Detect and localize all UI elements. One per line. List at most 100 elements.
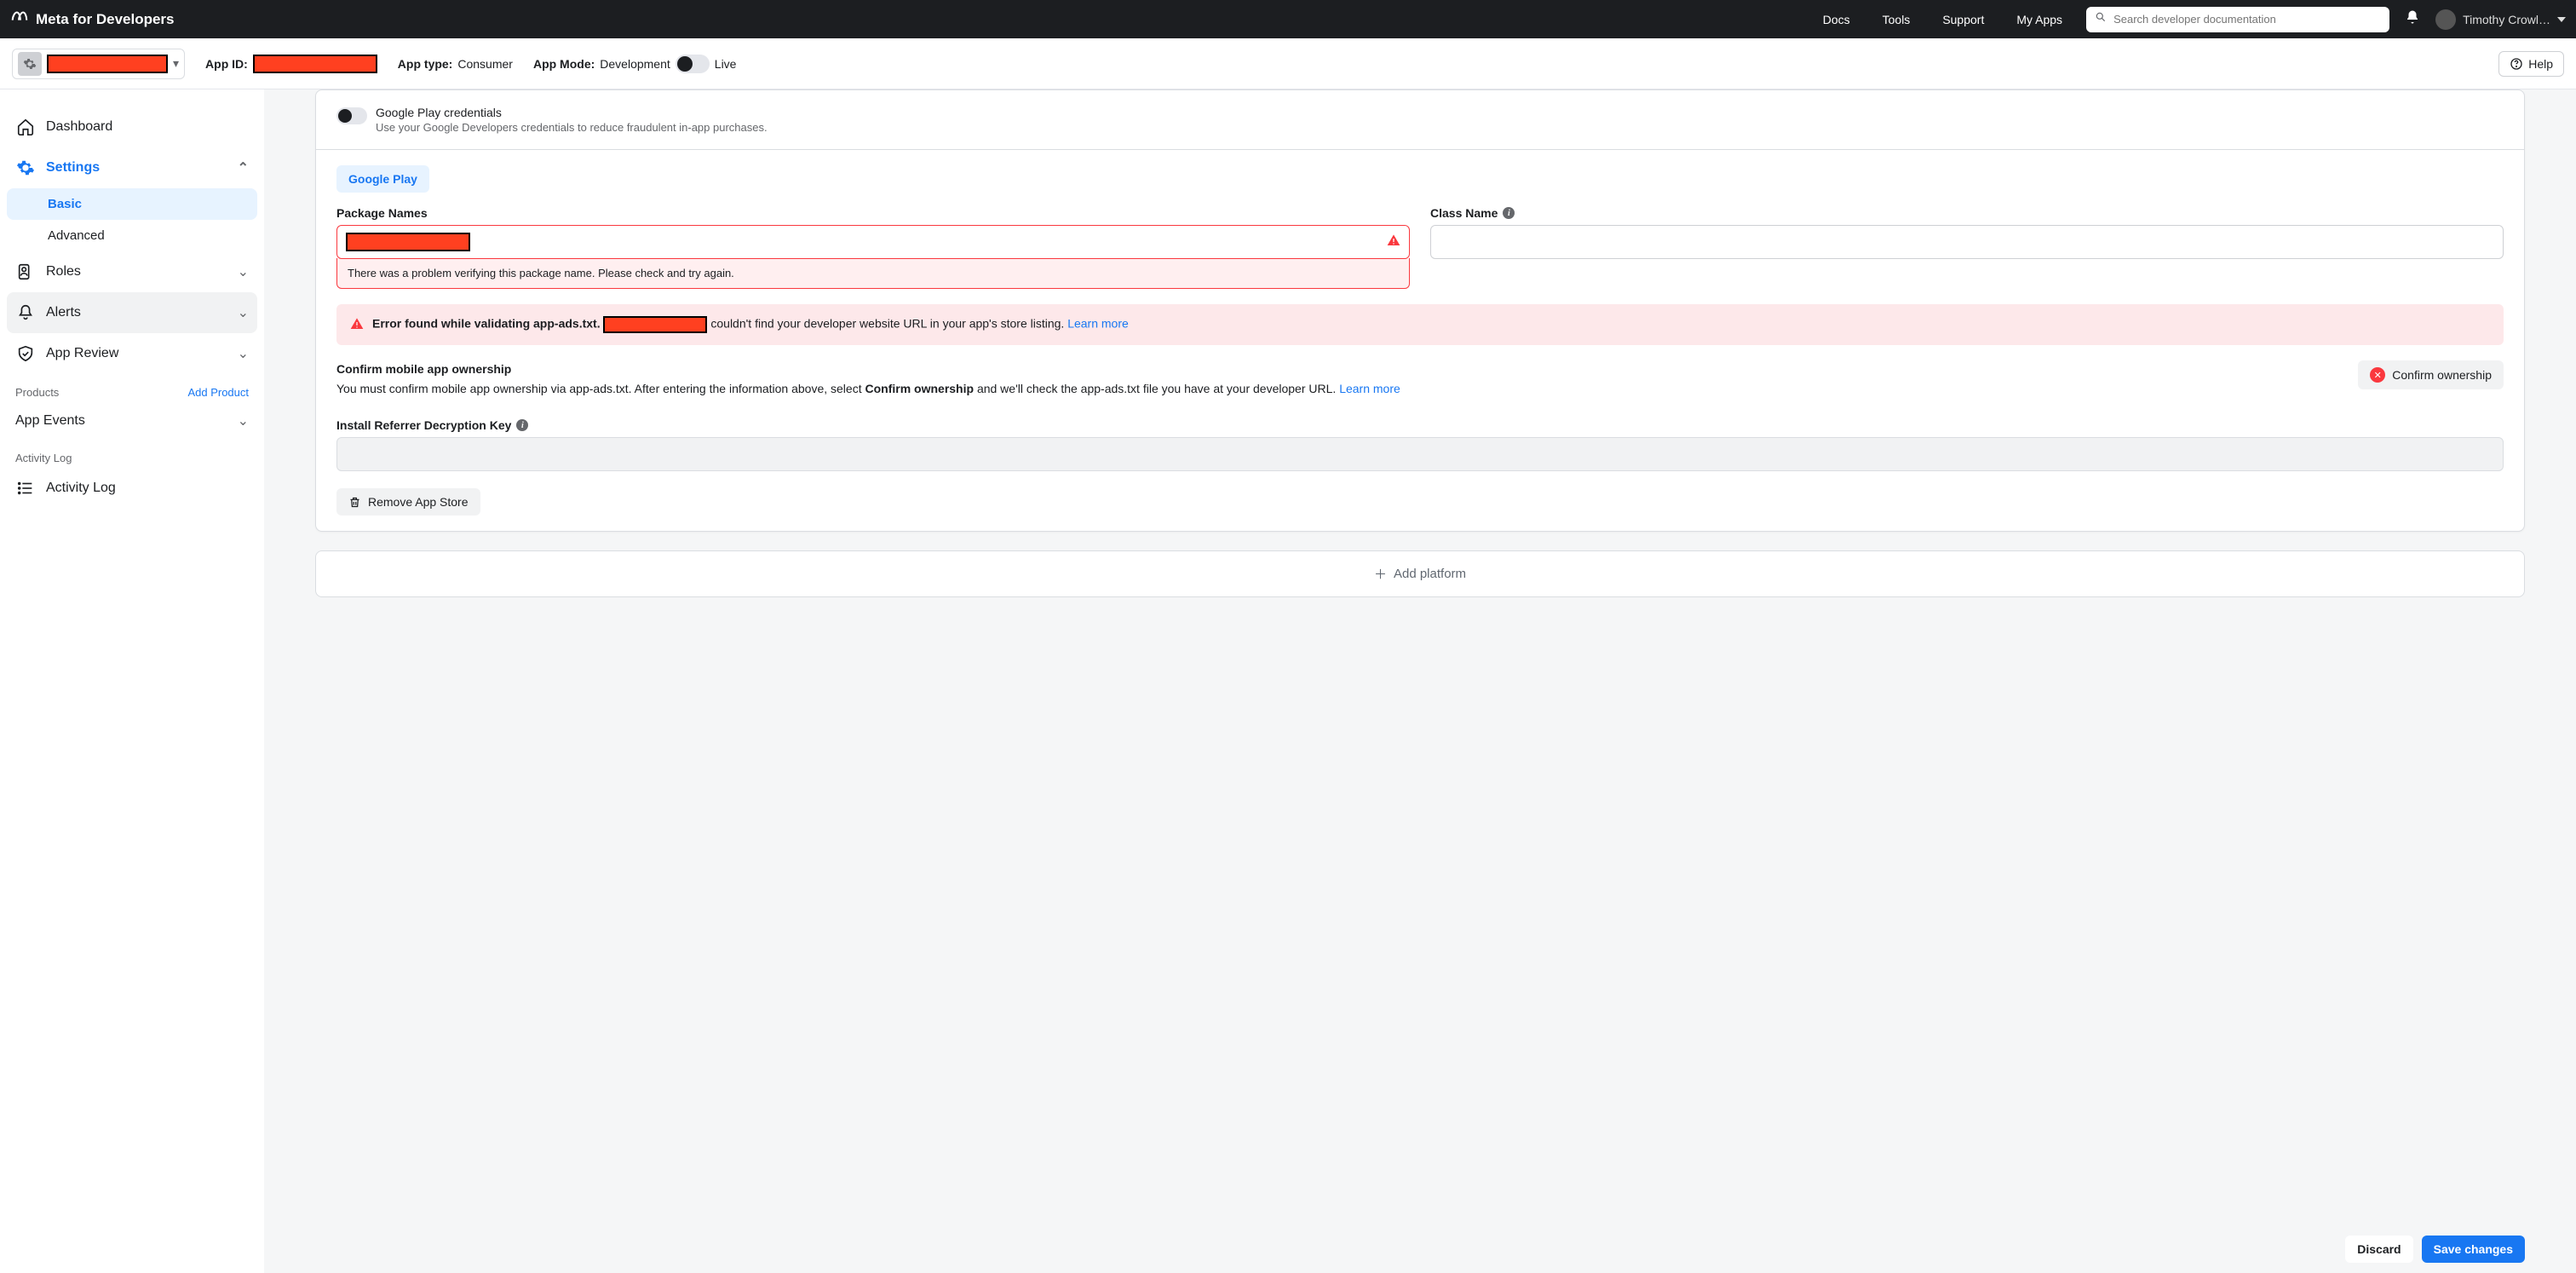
button-label: Remove App Store	[368, 495, 469, 509]
package-names-label: Package Names	[336, 206, 1410, 220]
confirm-body-strong: Confirm ownership	[865, 382, 974, 395]
gplay-credentials-desc: Use your Google Developers credentials t…	[376, 121, 768, 134]
gplay-credentials-toggle[interactable]	[336, 107, 367, 124]
brand-text: Meta for Developers	[36, 11, 175, 28]
heading-label: Products	[15, 386, 59, 399]
sidebar-item-dashboard[interactable]: Dashboard	[7, 107, 257, 147]
header-right: Timothy Crowl…	[2405, 9, 2566, 30]
app-selector[interactable]: ▾	[12, 49, 185, 79]
sidebar-item-label: Dashboard	[46, 119, 112, 135]
discard-button[interactable]: Discard	[2345, 1236, 2412, 1263]
sidebar-item-label: App Events	[15, 413, 85, 429]
warning-icon	[350, 317, 364, 333]
gear-icon	[18, 52, 42, 76]
gear-icon	[15, 158, 36, 178]
sidebar: Dashboard Settings ⌃ Basic Advanced Role…	[0, 89, 264, 1273]
sidebar-item-label: Activity Log	[46, 481, 116, 496]
banner-prefix: Error found while validating app-ads.txt…	[372, 317, 601, 331]
search-input[interactable]	[2113, 13, 2381, 26]
banner-redacted	[603, 316, 707, 333]
remove-app-store-button[interactable]: Remove App Store	[336, 488, 480, 516]
sidebar-item-label: App Review	[46, 346, 118, 361]
package-names-input[interactable]	[336, 225, 1410, 259]
class-name-input[interactable]	[1430, 225, 2504, 259]
products-heading: Products Add Product	[7, 374, 257, 402]
add-platform-button[interactable]: ＋ Add platform	[315, 550, 2525, 597]
roles-icon	[15, 262, 36, 282]
nav-tools[interactable]: Tools	[1883, 13, 1911, 26]
add-product-link[interactable]: Add Product	[187, 386, 249, 399]
banner-suffix: couldn't find your developer website URL…	[710, 317, 1067, 331]
avatar	[2435, 9, 2456, 30]
app-type-value: Consumer	[457, 57, 513, 71]
save-button[interactable]: Save changes	[2422, 1236, 2525, 1263]
sidebar-item-activity-log[interactable]: Activity Log	[7, 468, 257, 509]
help-icon	[2510, 57, 2523, 71]
warning-icon	[1387, 233, 1400, 251]
top-header: Meta for Developers Docs Tools Support M…	[0, 0, 2576, 38]
sidebar-item-label: Advanced	[48, 228, 105, 243]
info-icon[interactable]: i	[516, 419, 528, 431]
confirm-heading: Confirm mobile app ownership	[336, 360, 2344, 378]
label-text: Install Referrer Decryption Key	[336, 418, 511, 432]
primary-nav: Docs Tools Support My Apps	[1823, 13, 2062, 26]
sidebar-sub-advanced[interactable]: Advanced	[7, 220, 257, 251]
chevron-down-icon: ⌄	[238, 263, 249, 280]
sidebar-item-label: Alerts	[46, 305, 81, 320]
user-name: Timothy Crowl…	[2463, 13, 2550, 26]
sidebar-item-app-review[interactable]: App Review ⌄	[7, 333, 257, 374]
app-mode-toggle[interactable]	[676, 55, 710, 73]
learn-more-link[interactable]: Learn more	[1067, 317, 1129, 331]
package-names-field: Package Names There was a problem verify…	[336, 206, 1410, 289]
list-icon	[15, 478, 36, 498]
sidebar-item-roles[interactable]: Roles ⌄	[7, 251, 257, 292]
install-referrer-label: Install Referrer Decryption Key i	[336, 418, 2504, 432]
nav-support[interactable]: Support	[1942, 13, 1984, 26]
install-referrer-field: Install Referrer Decryption Key i	[336, 418, 2504, 471]
confirm-ownership-text: Confirm mobile app ownership You must co…	[336, 360, 2344, 398]
caret-down-icon	[2557, 15, 2566, 24]
nav-docs[interactable]: Docs	[1823, 13, 1850, 26]
sidebar-sub-basic[interactable]: Basic	[7, 188, 257, 220]
sidebar-item-label: Settings	[46, 160, 100, 176]
app-type-label: App type:	[398, 57, 453, 71]
button-label: Confirm ownership	[2392, 368, 2492, 382]
info-icon[interactable]: i	[1503, 207, 1515, 219]
package-name-redacted	[346, 233, 470, 251]
activity-log-heading: Activity Log	[7, 440, 257, 468]
app-id-label: App ID:	[205, 57, 248, 71]
sidebar-item-settings[interactable]: Settings ⌃	[7, 147, 257, 188]
main-content: Google Play credentials Use your Google …	[264, 89, 2576, 1273]
tab-google-play[interactable]: Google Play	[336, 165, 429, 193]
app-ads-error-banner: Error found while validating app-ads.txt…	[336, 304, 2504, 345]
confirm-body-2: and we'll check the app-ads.txt file you…	[977, 382, 1339, 395]
help-label: Help	[2528, 57, 2553, 71]
gplay-credentials-section: Google Play credentials Use your Google …	[316, 90, 2524, 150]
sidebar-item-app-events[interactable]: App Events ⌄	[7, 402, 257, 440]
confirm-ownership-section: Confirm mobile app ownership You must co…	[336, 360, 2504, 398]
app-info-bar: ▾ App ID: App type: Consumer App Mode: D…	[0, 38, 2576, 89]
confirm-ownership-button[interactable]: ✕ Confirm ownership	[2358, 360, 2504, 389]
chevron-up-icon: ⌃	[238, 159, 249, 176]
google-play-card: Google Play credentials Use your Google …	[315, 89, 2525, 532]
search-box[interactable]	[2086, 7, 2389, 32]
brand-logo[interactable]: Meta for Developers	[10, 8, 175, 31]
nav-myapps[interactable]: My Apps	[2016, 13, 2062, 26]
learn-more-link[interactable]: Learn more	[1339, 382, 1400, 395]
user-menu[interactable]: Timothy Crowl…	[2435, 9, 2566, 30]
app-mode-label: App Mode:	[533, 57, 595, 71]
sidebar-item-label: Basic	[48, 197, 82, 211]
live-label: Live	[715, 57, 737, 71]
sidebar-item-label: Roles	[46, 264, 81, 279]
package-names-error: There was a problem verifying this packa…	[336, 258, 1410, 289]
help-button[interactable]: Help	[2498, 51, 2564, 77]
banner-text: Error found while validating app-ads.txt…	[372, 316, 1129, 333]
heading-label: Activity Log	[15, 452, 72, 464]
meta-logo-icon	[10, 8, 29, 31]
sidebar-item-alerts[interactable]: Alerts ⌄	[7, 292, 257, 333]
app-mode: App Mode: Development Live	[533, 55, 737, 73]
error-badge-icon: ✕	[2370, 367, 2385, 383]
plus-icon: ＋	[1374, 565, 1387, 583]
notifications-icon[interactable]	[2405, 9, 2420, 29]
gplay-credentials-title: Google Play credentials	[376, 106, 768, 119]
